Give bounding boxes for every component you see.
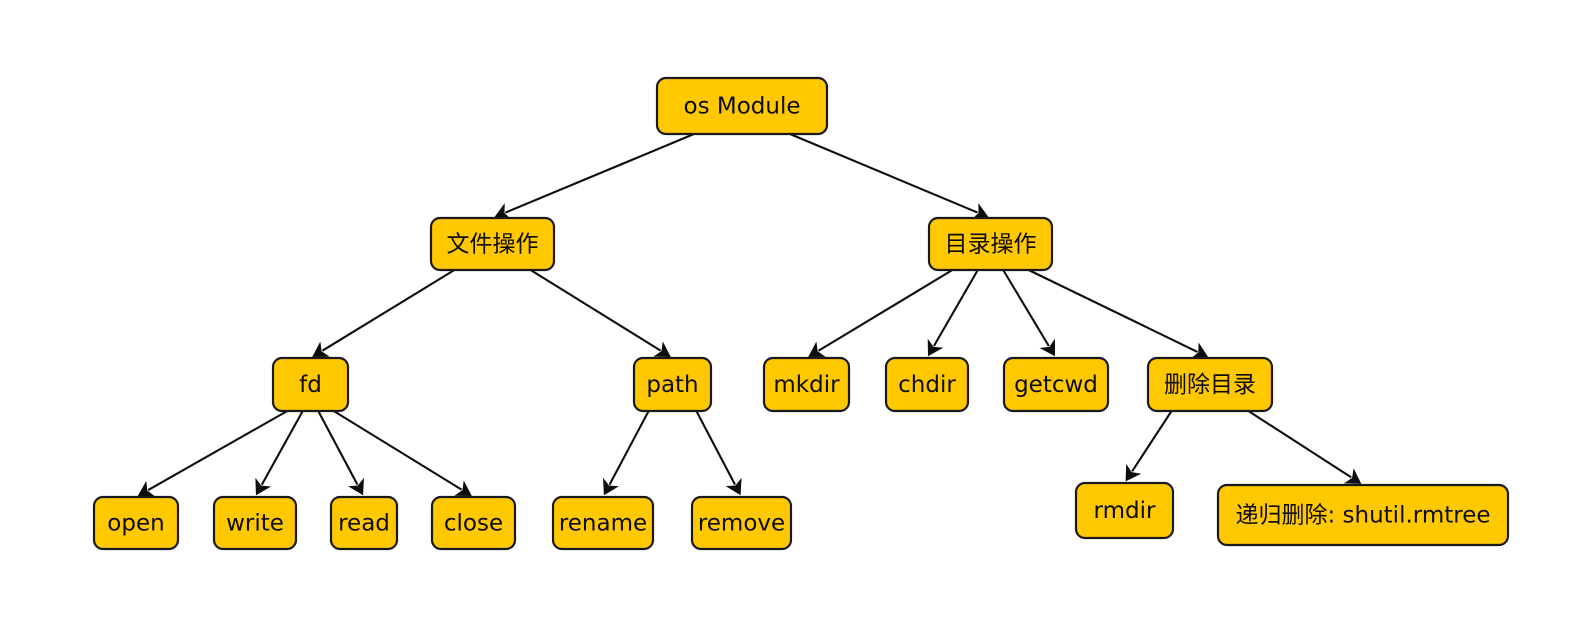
nodes-layer: os Module 文件操作 目录操作 fd path mkdir chdir getcwd 删…: [92, 76, 1510, 551]
tree-node-file_ops[interactable]: 文件操作: [429, 216, 556, 272]
node-label-del_dir: 删除目录: [1164, 372, 1256, 398]
arrowhead-icon: [1343, 468, 1362, 484]
edge-dir_ops-to-mkdir: [817, 269, 953, 352]
tree-node-fd[interactable]: fd: [271, 356, 350, 413]
edge-os-to-dir_ops: [789, 133, 978, 214]
node-label-open: open: [107, 511, 164, 537]
node-label-read: read: [338, 511, 390, 537]
node-label-mkdir: mkdir: [773, 372, 840, 398]
node-label-rmdir: rmdir: [1094, 498, 1156, 524]
tree-node-getcwd[interactable]: getcwd: [1002, 356, 1110, 413]
node-label-fd: fd: [299, 372, 322, 398]
tree-node-path[interactable]: path: [632, 356, 713, 413]
tree-diagram-canvas: os Module 文件操作 目录操作 fd path mkdir chdir getcwd 删…: [92, 76, 1510, 551]
edge-dir_ops-to-chdir: [933, 269, 979, 347]
node-label-rmtree: 递归删除: shutil.rmtree: [1235, 503, 1490, 529]
tree-node-rmtree[interactable]: 递归删除: shutil.rmtree: [1216, 483, 1510, 547]
tree-node-rmdir[interactable]: rmdir: [1074, 481, 1175, 540]
edge-os-to-file_ops: [505, 133, 695, 214]
tree-node-read[interactable]: read: [329, 495, 399, 551]
node-label-chdir: chdir: [898, 372, 956, 398]
tree-node-rename[interactable]: rename: [551, 495, 655, 551]
tree-node-dir_ops[interactable]: 目录操作: [927, 216, 1054, 272]
node-label-os: os Module: [684, 94, 801, 120]
edge-file_ops-to-path: [530, 269, 662, 352]
node-label-close: close: [444, 511, 503, 537]
tree-node-del_dir[interactable]: 删除目录: [1146, 356, 1274, 413]
edge-del_dir-to-rmtree: [1247, 410, 1352, 479]
node-label-dir_ops: 目录操作: [945, 232, 1037, 258]
tree-diagram: os Module 文件操作 目录操作 fd path mkdir chdir getcwd 删…: [0, 0, 1576, 632]
tree-node-remove[interactable]: remove: [690, 495, 793, 551]
tree-node-mkdir[interactable]: mkdir: [762, 356, 851, 413]
edge-path-to-rename: [608, 410, 650, 486]
arrowhead-icon: [653, 341, 671, 357]
node-label-path: path: [646, 372, 698, 398]
tree-node-chdir[interactable]: chdir: [884, 356, 970, 413]
edge-dir_ops-to-getcwd: [1002, 269, 1050, 347]
node-label-getcwd: getcwd: [1014, 372, 1098, 398]
arrowhead-icon: [454, 480, 472, 496]
edge-file_ops-to-fd: [321, 269, 455, 352]
node-label-remove: remove: [698, 511, 785, 537]
node-label-write: write: [226, 511, 284, 537]
node-label-file_ops: 文件操作: [447, 232, 539, 258]
tree-node-os[interactable]: os Module: [655, 76, 829, 136]
tree-node-open[interactable]: open: [92, 495, 180, 551]
edge-del_dir-to-rmdir: [1131, 410, 1173, 472]
node-label-rename: rename: [559, 511, 647, 537]
arrowhead-icon: [808, 341, 826, 357]
edges-layer: [137, 133, 1362, 497]
edge-path-to-remove: [695, 410, 736, 486]
arrowhead-icon: [1125, 463, 1142, 482]
edge-dir_ops-to-del_dir: [1028, 269, 1198, 353]
arrowhead-icon: [312, 341, 330, 357]
tree-node-close[interactable]: close: [430, 495, 517, 551]
tree-node-write[interactable]: write: [212, 495, 298, 551]
